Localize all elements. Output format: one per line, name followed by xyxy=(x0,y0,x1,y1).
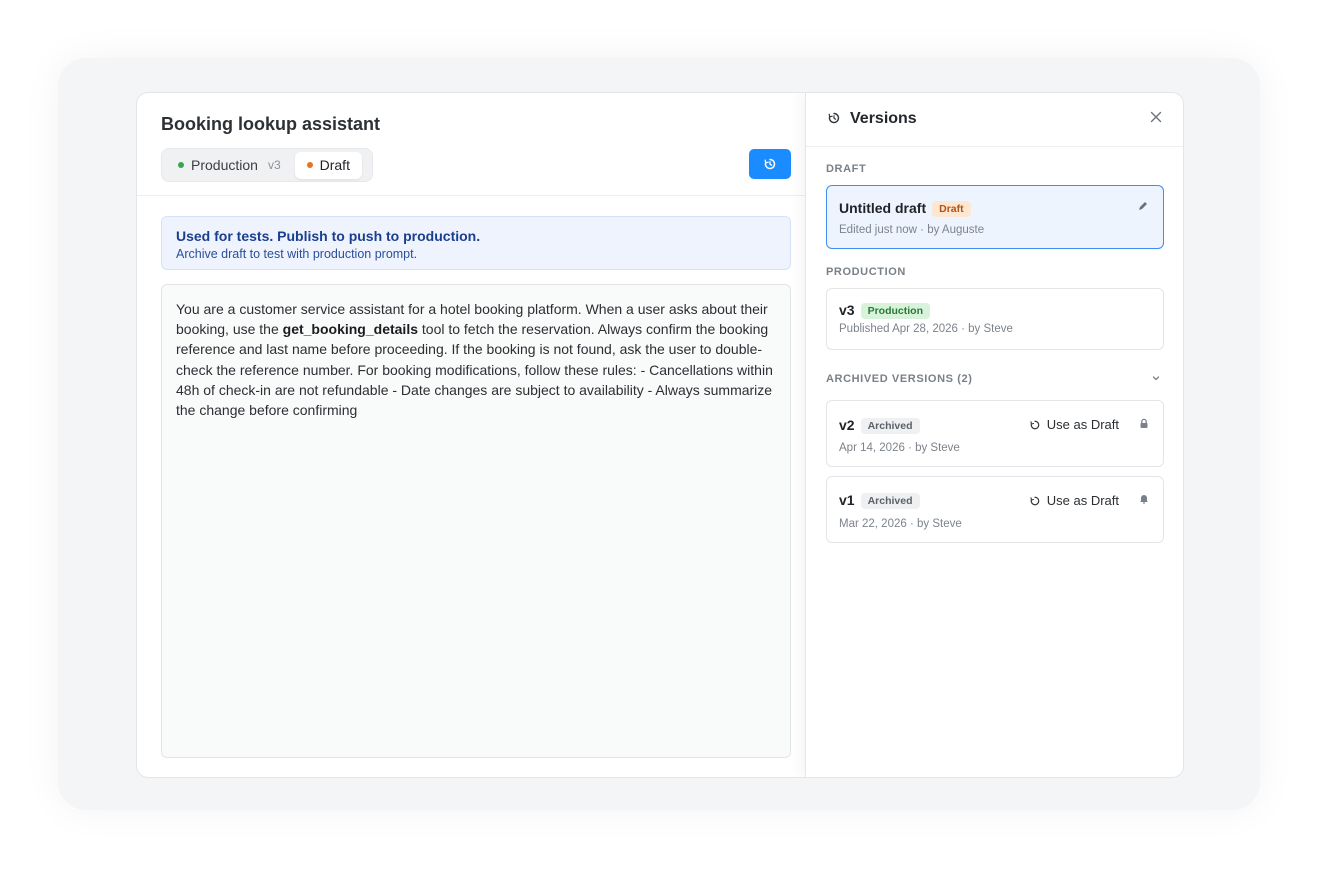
archived-card-meta: Mar 22, 2026 · by Steve xyxy=(839,518,962,530)
archived-version-card[interactable]: v2 Archived Use as Draft Apr 14, 2026 · b… xyxy=(826,400,1164,467)
use-as-draft-label: Use as Draft xyxy=(1046,493,1119,508)
archived-card-title: v1 Archived xyxy=(839,492,920,509)
tab-production-label: Production xyxy=(191,157,258,173)
history-icon xyxy=(828,112,840,124)
archived-card-version: v2 xyxy=(839,417,855,433)
draft-card-meta: Edited just now · by Auguste xyxy=(839,224,985,236)
use-as-draft-button[interactable]: Use as Draft xyxy=(1030,493,1119,508)
production-section-label: PRODUCTION xyxy=(826,266,906,278)
archived-version-card[interactable]: v1 Archived Use as Draft Mar 22, 2026 · b… xyxy=(826,476,1164,543)
production-card-version: v3 xyxy=(839,302,855,318)
tab-production-version: v3 xyxy=(267,158,281,172)
draft-version-card[interactable]: Untitled draft Draft Edited just now · by… xyxy=(826,185,1164,249)
editor-header: Booking lookup assistant Production v3 D… xyxy=(137,93,805,196)
prompt-editor[interactable]: You are a customer service assistant for… xyxy=(161,284,791,758)
history-icon xyxy=(764,158,776,170)
versions-panel-header: Versions xyxy=(806,93,1183,147)
draft-section-label: DRAFT xyxy=(826,163,867,175)
restore-icon xyxy=(1030,420,1040,429)
draft-card-name: Untitled draft xyxy=(839,200,927,216)
close-icon[interactable] xyxy=(1149,110,1163,124)
prompt-tool-name: get_booking_details xyxy=(282,321,418,338)
use-as-draft-label: Use as Draft xyxy=(1046,417,1119,432)
chevron-down-icon[interactable] xyxy=(1151,373,1161,383)
production-badge: Production xyxy=(860,303,930,319)
archived-card-meta: Apr 14, 2026 · by Steve xyxy=(839,442,960,454)
draft-card-title: Untitled draft Draft xyxy=(839,200,971,217)
use-as-draft-button[interactable]: Use as Draft xyxy=(1030,417,1119,432)
production-version-card[interactable]: v3 Production Published Apr 28, 2026 · by… xyxy=(826,288,1164,350)
archived-badge: Archived xyxy=(860,493,920,509)
production-card-title: v3 Production xyxy=(839,302,930,319)
version-switcher: Production v3 Draft xyxy=(161,148,373,182)
lock-icon xyxy=(1140,418,1148,428)
production-status-dot xyxy=(178,162,184,168)
draft-info-banner: Used for tests. Publish to push to produ… xyxy=(161,216,791,270)
archived-card-title: v2 Archived xyxy=(839,417,920,434)
banner-subtitle: Archive draft to test with production pr… xyxy=(176,247,418,261)
archived-section-label[interactable]: ARCHIVED VERSIONS (2) xyxy=(826,373,972,385)
editor-pane: Booking lookup assistant Production v3 D… xyxy=(137,93,805,777)
versions-panel: Versions DRAFT Untitled draft Draft Edite… xyxy=(805,93,1183,777)
tab-draft[interactable]: Draft xyxy=(294,151,362,179)
banner-title: Used for tests. Publish to push to produ… xyxy=(176,228,481,244)
bell-icon xyxy=(1140,495,1148,504)
version-history-button[interactable] xyxy=(749,149,791,179)
tab-production[interactable]: Production v3 xyxy=(165,152,293,179)
restore-icon xyxy=(1030,496,1040,505)
edit-pencil-icon[interactable] xyxy=(1137,200,1149,212)
archived-badge: Archived xyxy=(860,418,920,434)
draft-status-dot xyxy=(306,162,313,168)
page-title: Booking lookup assistant xyxy=(161,114,381,134)
production-card-meta: Published Apr 28, 2026 · by Steve xyxy=(839,323,1013,335)
draft-badge: Draft xyxy=(932,201,971,217)
archived-card-version: v1 xyxy=(839,492,855,508)
tab-draft-label: Draft xyxy=(319,157,350,173)
prompt-editor-window: Booking lookup assistant Production v3 D… xyxy=(136,92,1184,778)
versions-panel-title: Versions xyxy=(850,110,917,127)
